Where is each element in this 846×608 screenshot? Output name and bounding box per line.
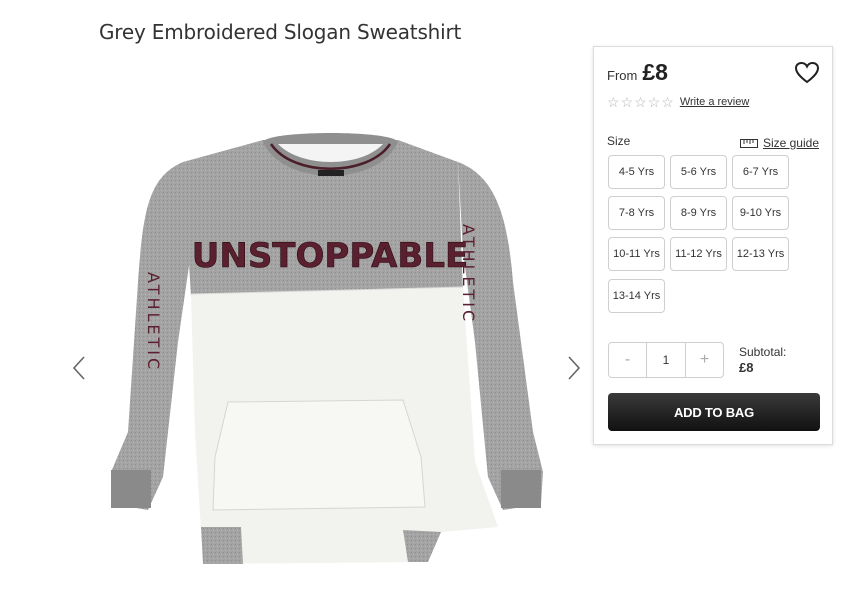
size-option[interactable]: 5-6 Yrs <box>670 155 727 189</box>
quantity-decrease-button[interactable]: - <box>609 343 646 377</box>
quantity-increase-button[interactable]: + <box>686 343 723 377</box>
left-sleeve-text: ATHLETIC <box>144 272 163 372</box>
star-icon: ☆ <box>661 94 674 110</box>
quantity-stepper: - 1 + <box>608 342 724 378</box>
page-title: Grey Embroidered Slogan Sweatshirt <box>99 20 462 45</box>
subtotal: Subtotal: £8 <box>739 345 786 375</box>
size-guide-text: Size guide <box>762 136 819 150</box>
ruler-icon <box>739 138 758 148</box>
sweatshirt-image: UNSTOPPABLE ATHLETIC ATHLETIC <box>103 132 558 572</box>
write-review-link[interactable]: Write a review <box>680 96 749 108</box>
size-guide-link[interactable]: Size guide <box>739 136 819 150</box>
gallery-prev-button[interactable] <box>72 355 86 381</box>
price-prefix: From <box>607 68 638 83</box>
star-icon: ☆ <box>620 94 634 110</box>
size-option[interactable]: 6-7 Yrs <box>732 155 789 189</box>
price-value: £8 <box>642 59 668 85</box>
size-option[interactable]: 7-8 Yrs <box>608 196 665 230</box>
size-label: Size <box>607 134 631 148</box>
star-icon: ☆ <box>647 94 661 110</box>
star-rating: ☆ ☆ ☆ ☆ ☆ <box>607 95 675 109</box>
gallery-next-button[interactable] <box>567 355 581 381</box>
chevron-right-icon <box>568 356 581 380</box>
purchase-panel: From £8 ☆ ☆ ☆ ☆ ☆ Write a review Size Si… <box>593 46 833 445</box>
size-option[interactable]: 8-9 Yrs <box>670 196 727 230</box>
size-option[interactable]: 4-5 Yrs <box>608 155 665 189</box>
rating-row: ☆ ☆ ☆ ☆ ☆ Write a review <box>607 95 749 109</box>
size-option[interactable]: 10-11 Yrs <box>608 237 665 271</box>
size-option[interactable]: 9-10 Yrs <box>732 196 789 230</box>
price: From £8 <box>607 59 668 86</box>
size-option[interactable]: 11-12 Yrs <box>670 237 727 271</box>
quantity-value[interactable]: 1 <box>646 343 686 377</box>
heart-icon <box>794 61 820 84</box>
chevron-left-icon <box>72 356 85 380</box>
subtotal-value: £8 <box>739 360 754 375</box>
wishlist-button[interactable] <box>794 61 820 85</box>
star-icon: ☆ <box>634 94 647 110</box>
right-sleeve-text: ATHLETIC <box>459 224 478 324</box>
star-icon: ☆ <box>607 94 620 110</box>
slogan-text: UNSTOPPABLE <box>192 236 468 276</box>
size-option[interactable]: 13-14 Yrs <box>608 279 665 313</box>
add-to-bag-button[interactable]: ADD TO BAG <box>608 393 820 431</box>
subtotal-label: Subtotal: <box>739 345 787 359</box>
size-option[interactable]: 12-13 Yrs <box>732 237 789 271</box>
